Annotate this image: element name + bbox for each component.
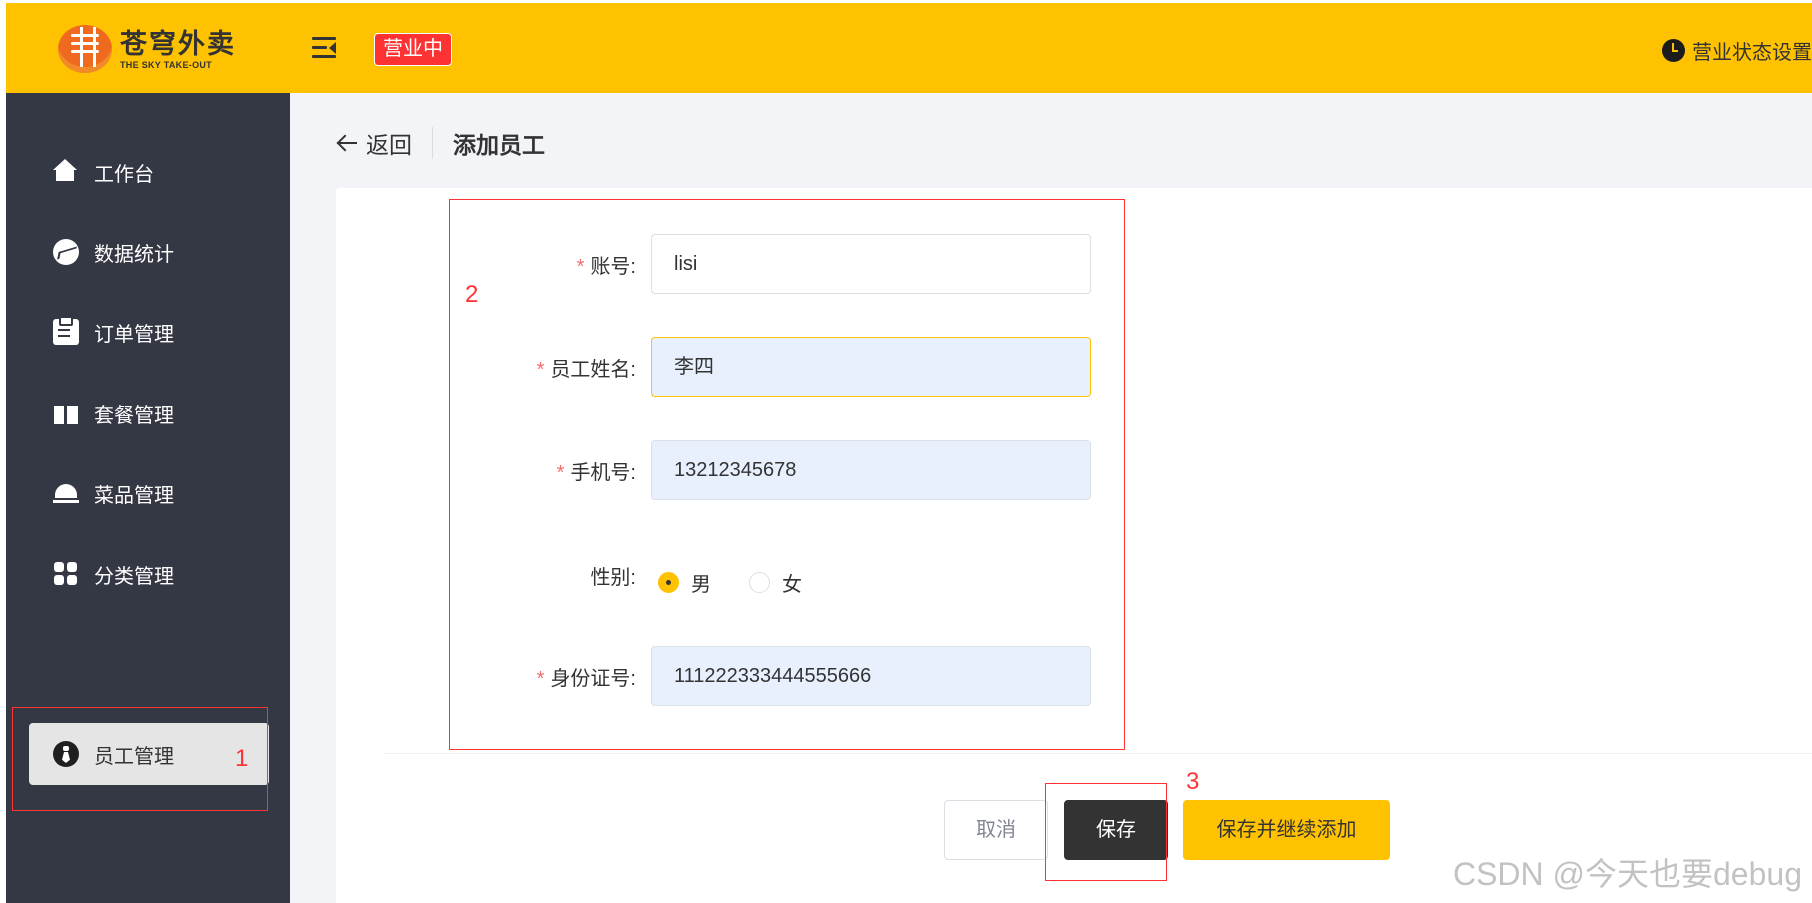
sidebar-item-statistics[interactable]: 数据统计 <box>53 232 174 272</box>
sidebar-item-label: 工作台 <box>94 163 154 186</box>
collapse-menu-icon[interactable] <box>312 37 338 59</box>
annotation-box-2 <box>449 199 1125 750</box>
page-title: 添加员工 <box>453 132 545 158</box>
logo: 苍穹外卖 THE SKY TAKE-OUT <box>58 25 236 73</box>
divider <box>432 127 433 159</box>
sidebar-item-label: 菜品管理 <box>94 484 174 507</box>
cancel-button[interactable]: 取消 <box>944 800 1048 860</box>
logo-subtitle: THE SKY TAKE-OUT <box>120 59 212 70</box>
sidebar-item-orders[interactable]: 订单管理 <box>53 312 174 352</box>
dish-icon <box>53 480 79 506</box>
gift-icon <box>53 400 79 426</box>
sidebar-item-label: 套餐管理 <box>94 404 174 427</box>
back-label: 返回 <box>366 132 412 158</box>
business-status-setting-button[interactable]: 营业状态设置 <box>1662 36 1812 65</box>
grid-icon <box>53 561 79 587</box>
top-header: 苍穹外卖 THE SKY TAKE-OUT 营业中 营业状态设置 <box>6 3 1812 93</box>
clipboard-icon <box>53 316 79 345</box>
clock-icon <box>1662 39 1685 62</box>
sidebar-item-label: 订单管理 <box>94 323 174 346</box>
logo-mark-icon <box>58 25 112 73</box>
annotation-label-3: 3 <box>1186 768 1200 795</box>
annotation-box-3 <box>1045 783 1167 881</box>
sidebar-item-setmeals[interactable]: 套餐管理 <box>53 393 174 433</box>
arrow-left-icon <box>336 132 358 154</box>
app-frame: 苍穹外卖 THE SKY TAKE-OUT 营业中 营业状态设置 工作台 数据统… <box>6 3 1812 903</box>
annotation-box-1 <box>12 707 268 811</box>
logo-title: 苍穹外卖 <box>120 28 236 59</box>
back-button[interactable]: 返回 <box>336 126 412 160</box>
sidebar-item-label: 数据统计 <box>94 243 174 266</box>
chart-icon <box>53 239 79 265</box>
sidebar-item-workbench[interactable]: 工作台 <box>53 152 154 192</box>
watermark: CSDN @今天也要debug <box>1452 856 1802 892</box>
sidebar-item-label: 分类管理 <box>94 565 174 588</box>
home-icon <box>53 159 79 185</box>
save-and-continue-button[interactable]: 保存并继续添加 <box>1183 800 1390 860</box>
form-divider <box>384 753 1812 754</box>
sidebar-item-dishes[interactable]: 菜品管理 <box>53 473 174 513</box>
sidebar-item-categories[interactable]: 分类管理 <box>53 554 174 594</box>
annotation-label-2: 2 <box>465 281 479 308</box>
business-status-badge: 营业中 <box>374 33 452 66</box>
annotation-label-1: 1 <box>235 745 249 772</box>
page-topbar: 返回 添加员工 <box>336 123 545 163</box>
business-status-setting-label: 营业状态设置 <box>1692 42 1812 64</box>
